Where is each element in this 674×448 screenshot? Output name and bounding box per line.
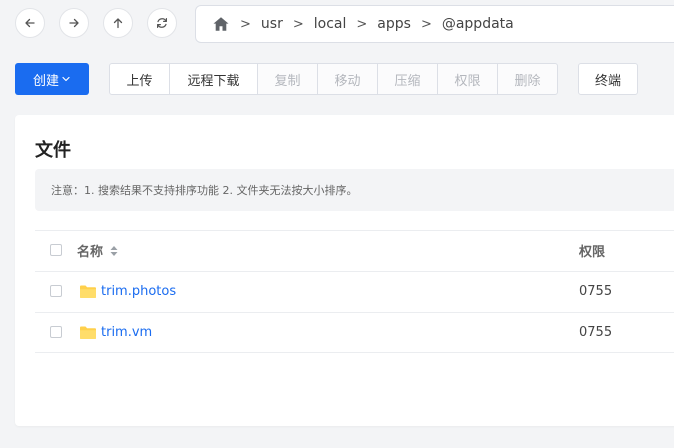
file-table: 名称 权限 trim.photos 0755 trim.vm 0755 bbox=[35, 230, 674, 353]
folder-icon bbox=[79, 284, 97, 299]
back-button[interactable] bbox=[15, 8, 45, 38]
permission-value: 0755 bbox=[579, 284, 613, 299]
name-column-header[interactable]: 名称 bbox=[77, 231, 119, 270]
table-row[interactable]: trim.vm 0755 bbox=[35, 312, 674, 353]
file-name-cell: trim.vm bbox=[77, 313, 152, 352]
permission-button[interactable]: 权限 bbox=[437, 63, 498, 95]
notice-banner: 注意：1. 搜索结果不支持排序功能 2. 文件夹无法按大小排序。 bbox=[35, 169, 674, 211]
breadcrumb-separator: > bbox=[240, 16, 251, 32]
breadcrumb-separator: > bbox=[420, 16, 432, 32]
compress-button[interactable]: 压缩 bbox=[377, 63, 438, 95]
page-title: 文件 bbox=[35, 140, 71, 161]
arrow-left-icon bbox=[23, 16, 37, 30]
refresh-icon bbox=[155, 16, 169, 30]
delete-button[interactable]: 删除 bbox=[497, 63, 558, 95]
file-name-link[interactable]: trim.photos bbox=[101, 284, 176, 299]
breadcrumb-separator: > bbox=[356, 16, 368, 32]
copy-button[interactable]: 复制 bbox=[257, 63, 318, 95]
breadcrumb-item-usr[interactable]: usr bbox=[261, 16, 283, 32]
refresh-button[interactable] bbox=[147, 8, 177, 38]
files-card: 文件 注意：1. 搜索结果不支持排序功能 2. 文件夹无法按大小排序。 名称 权… bbox=[15, 115, 674, 426]
sort-icon[interactable] bbox=[109, 245, 119, 257]
folder-icon bbox=[79, 325, 97, 340]
file-name-link[interactable]: trim.vm bbox=[101, 325, 152, 340]
breadcrumb-item-local[interactable]: local bbox=[314, 16, 347, 32]
permission-cell: 0755 bbox=[579, 272, 612, 311]
home-icon[interactable] bbox=[212, 16, 230, 32]
terminal-button[interactable]: 终端 bbox=[578, 63, 638, 95]
row-checkbox[interactable] bbox=[50, 285, 62, 297]
breadcrumb-item-apps[interactable]: apps bbox=[377, 16, 411, 32]
create-button[interactable]: 创建 bbox=[15, 63, 89, 95]
arrow-right-icon bbox=[67, 16, 81, 30]
forward-button[interactable] bbox=[59, 8, 89, 38]
table-header: 名称 权限 bbox=[35, 230, 674, 271]
remote-download-button[interactable]: 远程下载 bbox=[169, 63, 258, 95]
move-button[interactable]: 移动 bbox=[317, 63, 378, 95]
chevron-down-icon bbox=[61, 74, 71, 84]
up-button[interactable] bbox=[103, 8, 133, 38]
create-button-label: 创建 bbox=[32, 73, 59, 89]
permission-cell: 0755 bbox=[579, 313, 612, 352]
action-button-group: 上传 远程下载 复制 移动 压缩 权限 删除 bbox=[109, 63, 558, 95]
upload-button[interactable]: 上传 bbox=[109, 63, 170, 95]
permission-value: 0755 bbox=[579, 325, 613, 340]
table-row[interactable]: trim.photos 0755 bbox=[35, 271, 674, 312]
permission-column-header: 权限 bbox=[579, 245, 606, 260]
select-all-checkbox[interactable] bbox=[50, 244, 62, 256]
row-checkbox[interactable] bbox=[50, 326, 62, 338]
breadcrumb-separator: > bbox=[292, 16, 304, 32]
name-column-label: 名称 bbox=[77, 245, 104, 260]
breadcrumb-item-appdata[interactable]: @appdata bbox=[442, 16, 514, 32]
file-name-cell: trim.photos bbox=[77, 272, 176, 311]
breadcrumb: > usr > local > apps > @appdata bbox=[195, 5, 674, 43]
arrow-up-icon bbox=[111, 16, 125, 30]
